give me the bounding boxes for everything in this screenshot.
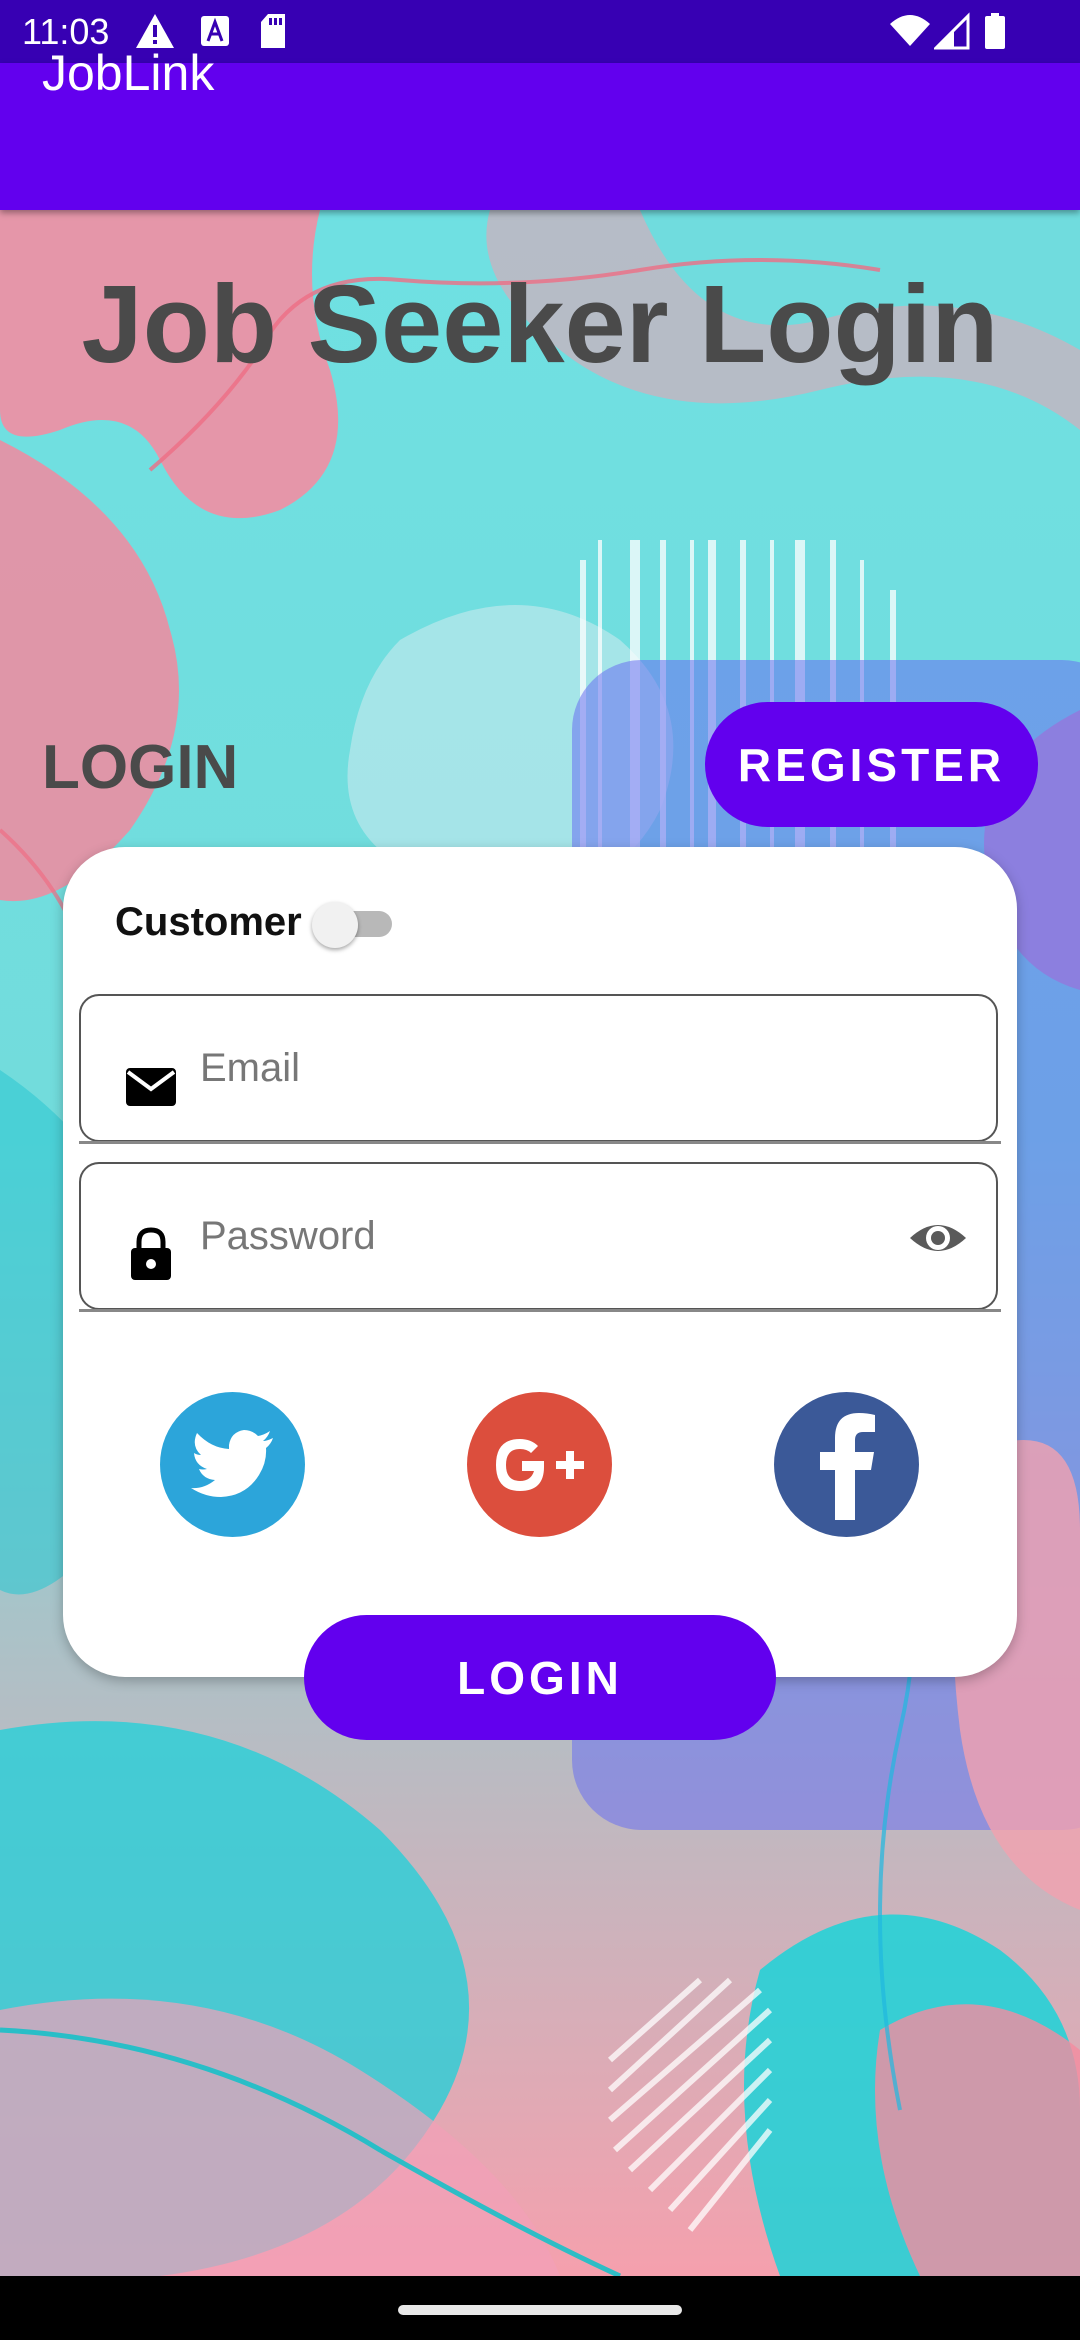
login-button[interactable]: LOGIN <box>304 1615 776 1740</box>
mail-icon <box>126 1068 176 1106</box>
page-title: Job Seeker Login <box>81 263 999 386</box>
password-input[interactable] <box>200 1206 880 1266</box>
email-field-underline <box>79 1141 1001 1144</box>
sd-card-icon <box>261 14 285 48</box>
home-gesture-handle[interactable] <box>398 2305 682 2315</box>
lock-icon <box>131 1227 171 1280</box>
tab-login[interactable]: LOGIN <box>42 730 238 806</box>
signal-icon <box>934 12 970 50</box>
facebook-icon <box>819 1412 875 1520</box>
google-plus-icon <box>495 1438 584 1491</box>
email-input[interactable] <box>200 1038 880 1098</box>
role-toggle-switch[interactable] <box>312 902 394 948</box>
twitter-login-button[interactable] <box>160 1392 305 1537</box>
facebook-login-button[interactable] <box>774 1392 919 1537</box>
password-field-underline <box>79 1309 1001 1312</box>
battery-icon <box>985 13 1005 49</box>
twitter-icon <box>190 1429 273 1497</box>
switch-thumb <box>312 902 358 948</box>
register-button[interactable]: REGISTER <box>705 702 1038 827</box>
wifi-icon <box>890 15 930 46</box>
google-plus-login-button[interactable] <box>467 1392 612 1537</box>
app-title: JobLink <box>42 45 215 101</box>
visibility-eye-icon[interactable] <box>908 1216 968 1260</box>
role-switch-label: Customer <box>115 900 302 944</box>
